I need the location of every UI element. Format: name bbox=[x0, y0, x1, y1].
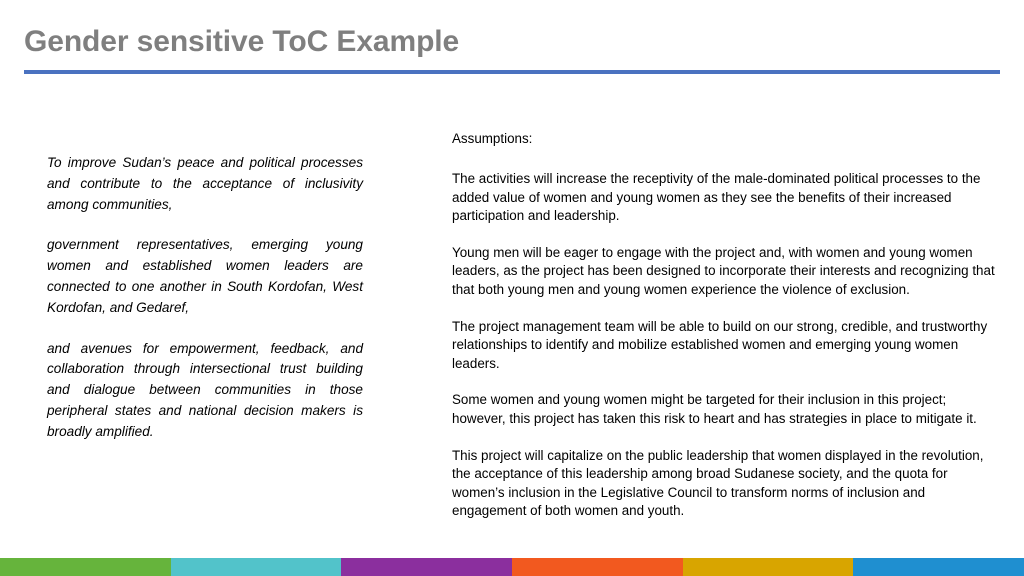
assumptions-column: Assumptions: The activities will increas… bbox=[452, 130, 995, 521]
objective-statement-column: To improve Sudan’s peace and political p… bbox=[47, 153, 363, 443]
assumption-paragraph-2: Young men will be eager to engage with t… bbox=[452, 244, 995, 297]
footer-band-teal bbox=[170, 558, 342, 576]
title-divider bbox=[24, 70, 1000, 74]
footer-band-orange bbox=[512, 558, 683, 576]
footer-band-blue bbox=[853, 558, 1024, 576]
footer-band-green bbox=[0, 558, 171, 576]
footer-color-bar bbox=[0, 558, 1024, 576]
slide-canvas: Gender sensitive ToC Example To improve … bbox=[0, 0, 1024, 576]
objective-paragraph-2: government representatives, emerging you… bbox=[47, 237, 363, 315]
assumption-paragraph-3: The project management team will be able… bbox=[452, 318, 988, 371]
assumption-paragraph-1: The activities will increase the recepti… bbox=[452, 171, 981, 224]
footer-band-purple bbox=[341, 558, 513, 576]
objective-paragraph-1: To improve Sudan’s peace and political p… bbox=[47, 155, 363, 212]
page-title: Gender sensitive ToC Example bbox=[24, 25, 460, 58]
assumption-paragraph-4: Some women and young women might be targ… bbox=[452, 392, 977, 426]
objective-paragraph-3: and avenues for empowerment, feedback, a… bbox=[47, 340, 363, 439]
assumptions-heading: Assumptions: bbox=[452, 131, 533, 146]
footer-band-gold bbox=[682, 558, 854, 576]
assumption-paragraph-5: This project will capitalize on the publ… bbox=[452, 447, 984, 519]
